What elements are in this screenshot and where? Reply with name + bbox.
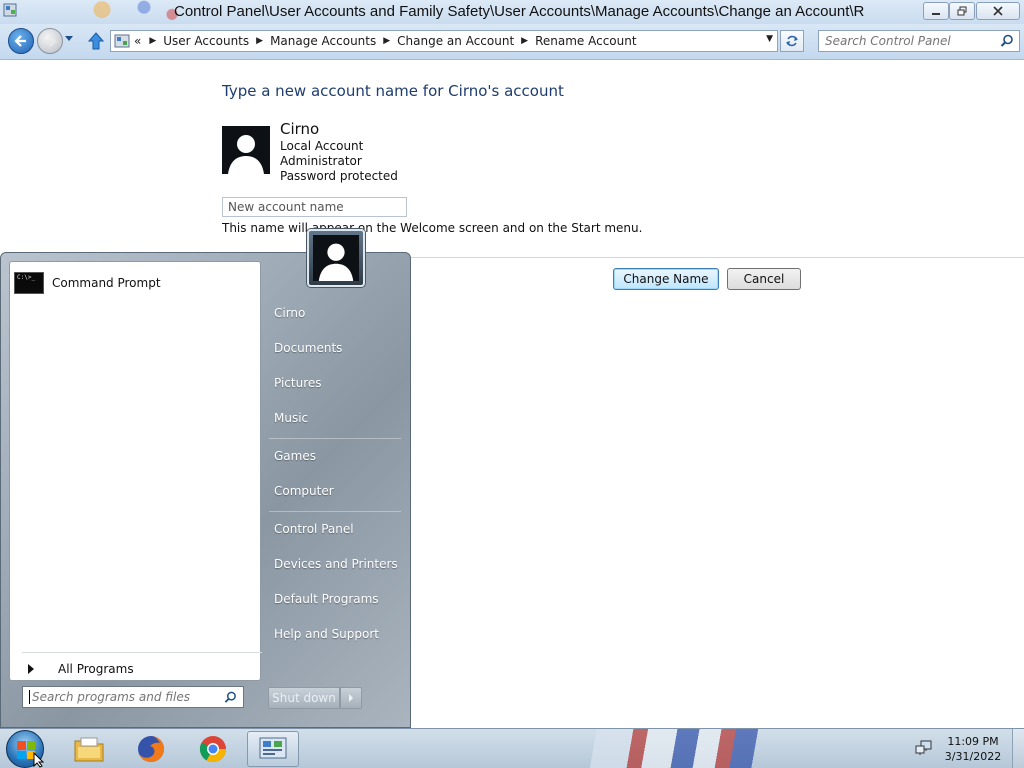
firefox-icon (138, 736, 164, 762)
breadcrumb-separator-icon[interactable]: ▶ (521, 36, 528, 46)
clock-date: 3/31/2022 (944, 750, 1002, 763)
start-menu-programs-pane: C:\>_ Command Prompt All Programs (9, 261, 262, 681)
start-search-box[interactable] (22, 686, 244, 708)
breadcrumb-rename-account[interactable]: Rename Account (535, 34, 636, 48)
minimize-button[interactable] (923, 2, 949, 20)
restore-icon (957, 6, 967, 16)
taskbar: 11:09 PM 3/31/2022 (0, 728, 1024, 768)
shutdown-options-button[interactable] (340, 687, 362, 709)
breadcrumb-manage-accounts[interactable]: Manage Accounts (270, 34, 376, 48)
refresh-icon (786, 35, 798, 47)
mouse-cursor-icon (33, 752, 45, 768)
up-level-icon[interactable] (88, 32, 104, 50)
minimize-icon (932, 13, 940, 15)
change-name-button[interactable]: Change Name (613, 268, 719, 290)
show-desktop-button[interactable] (1012, 729, 1024, 768)
all-programs-label: All Programs (58, 662, 134, 676)
forward-arrow-icon (45, 35, 57, 47)
network-icon[interactable] (915, 740, 933, 756)
control-panel-icon (259, 737, 287, 759)
start-menu: C:\>_ Command Prompt All Programs Cirno … (0, 229, 411, 728)
shutdown-button[interactable]: Shut down (268, 687, 340, 709)
window-title: Control Panel\User Accounts and Family S… (174, 3, 865, 20)
name-hint-text: This name will appear on the Welcome scr… (222, 221, 643, 235)
chevron-right-icon (349, 694, 353, 702)
wallpaper-peek (560, 729, 920, 768)
breadcrumb-separator-icon[interactable]: ▶ (256, 36, 263, 46)
start-right-default-programs[interactable]: Default Programs (274, 592, 379, 606)
user-picture (313, 235, 359, 281)
close-button[interactable] (976, 2, 1020, 20)
start-item-command-prompt[interactable]: C:\>_ Command Prompt (14, 270, 256, 296)
breadcrumb[interactable]: « ▶ User Accounts ▶ Manage Accounts ▶ Ch… (110, 30, 778, 52)
content-divider (410, 257, 1024, 258)
start-right-separator (269, 511, 401, 512)
search-input[interactable] (825, 33, 995, 49)
taskbar-clock[interactable]: 11:09 PM 3/31/2022 (940, 734, 1006, 764)
command-prompt-icon-text: C:\>_ (17, 274, 36, 281)
account-avatar (222, 126, 270, 174)
start-right-devices-and-printers[interactable]: Devices and Printers (274, 557, 398, 571)
breadcrumb-separator-icon[interactable]: ▶ (383, 36, 390, 46)
search-icon[interactable] (1000, 34, 1014, 48)
command-prompt-icon: C:\>_ (14, 272, 44, 294)
breadcrumb-user-accounts[interactable]: User Accounts (163, 34, 249, 48)
account-type: Local Account (280, 139, 364, 153)
start-item-label: Command Prompt (52, 276, 161, 290)
start-menu-user-picture[interactable] (307, 229, 365, 287)
account-name: Cirno (280, 120, 320, 138)
start-right-music[interactable]: Music (274, 411, 308, 425)
control-panel-search[interactable] (818, 30, 1020, 52)
start-right-control-panel[interactable]: Control Panel (274, 522, 354, 536)
all-programs-button[interactable]: All Programs (18, 660, 262, 678)
control-panel-icon (3, 3, 17, 17)
breadcrumb-overflow[interactable]: « (134, 34, 141, 48)
start-right-user-folder[interactable]: Cirno (274, 306, 305, 320)
start-search-input[interactable] (29, 690, 219, 704)
taskbar-control-panel[interactable] (247, 731, 299, 767)
breadcrumb-separator-icon[interactable]: ▶ (149, 36, 156, 46)
restore-button[interactable] (949, 2, 975, 20)
user-silhouette-icon (318, 243, 354, 281)
taskbar-file-explorer[interactable] (63, 731, 115, 767)
forward-button[interactable] (37, 28, 63, 54)
clock-time: 11:09 PM (947, 735, 999, 748)
start-right-separator (269, 438, 401, 439)
close-icon (993, 6, 1003, 16)
page-title: Type a new account name for Cirno's acco… (222, 82, 564, 100)
refresh-button[interactable] (780, 30, 804, 52)
search-icon[interactable] (224, 691, 237, 704)
back-button[interactable] (8, 28, 34, 54)
back-arrow-icon (14, 35, 26, 47)
start-menu-separator (22, 652, 262, 653)
taskbar-chrome[interactable] (187, 731, 239, 767)
breadcrumb-change-an-account[interactable]: Change an Account (397, 34, 514, 48)
address-bar: « ▶ User Accounts ▶ Manage Accounts ▶ Ch… (0, 24, 1024, 60)
start-right-pictures[interactable]: Pictures (274, 376, 322, 390)
taskbar-firefox[interactable] (125, 731, 177, 767)
chrome-icon (199, 736, 227, 763)
cancel-button[interactable]: Cancel (727, 268, 801, 290)
account-password-status: Password protected (280, 169, 398, 183)
control-panel-icon (114, 34, 130, 48)
address-dropdown-icon[interactable]: ▼ (766, 34, 773, 44)
account-role: Administrator (280, 154, 362, 168)
expand-arrow-icon (28, 664, 34, 674)
new-account-name-input[interactable] (222, 197, 407, 217)
start-right-games[interactable]: Games (274, 449, 316, 463)
recent-pages-dropdown-icon[interactable] (64, 35, 74, 43)
start-right-computer[interactable]: Computer (274, 484, 334, 498)
start-right-help-and-support[interactable]: Help and Support (274, 627, 379, 641)
file-explorer-icon (74, 737, 104, 762)
user-silhouette-icon (228, 135, 264, 174)
start-right-documents[interactable]: Documents (274, 341, 342, 355)
window-title-bar: Control Panel\User Accounts and Family S… (0, 0, 1024, 24)
